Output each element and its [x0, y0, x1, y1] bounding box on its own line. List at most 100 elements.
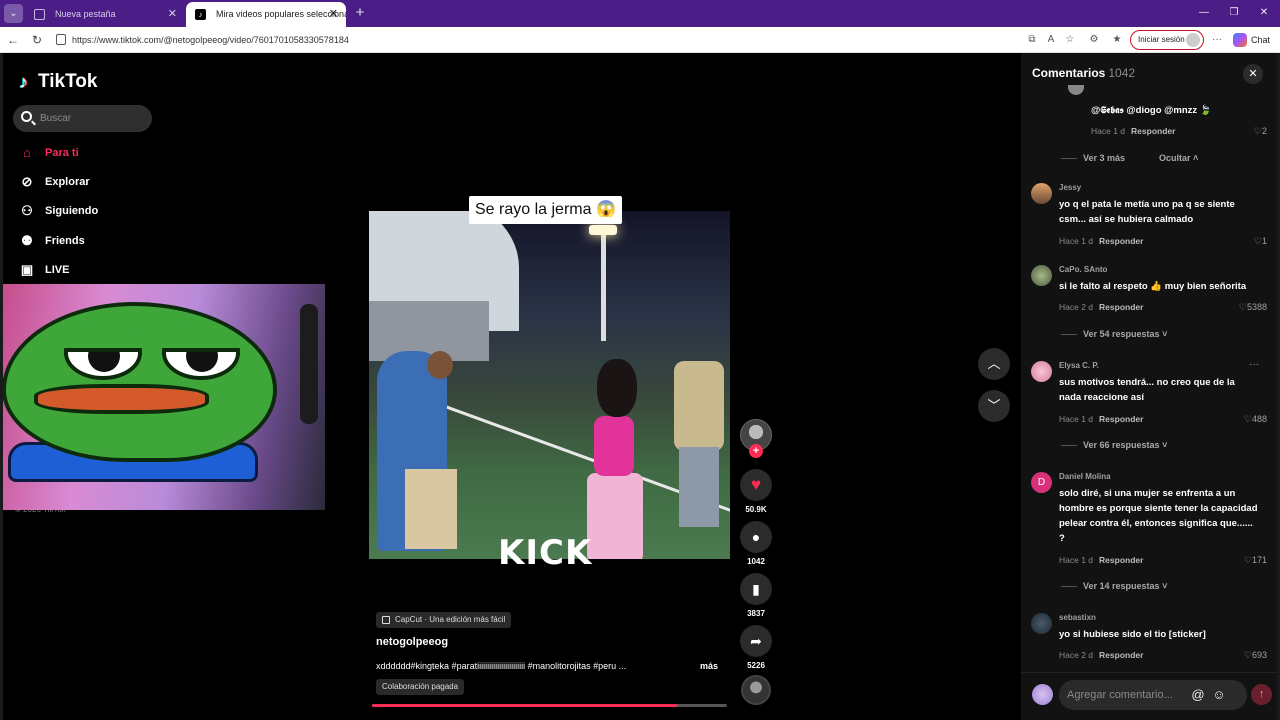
close-tab-icon[interactable]: ✕: [329, 2, 338, 27]
nav-label: LIVE: [45, 264, 70, 276]
reply-button[interactable]: Responder: [1099, 650, 1143, 660]
bookmark-icon[interactable]: ▮: [740, 573, 772, 605]
next-video-chevron-down-icon[interactable]: ﹀: [978, 390, 1010, 422]
follow-plus-icon[interactable]: +: [749, 444, 763, 458]
tab-new-tab[interactable]: Nueva pestaña ✕: [25, 2, 185, 27]
comment-username[interactable]: Jessy: [1059, 183, 1081, 192]
favorites-icon[interactable]: ★: [1110, 33, 1124, 47]
comment-text: yo q el pata le metía uno pa q se siente…: [1059, 199, 1235, 225]
comment-bubble-icon[interactable]: ●: [740, 521, 772, 553]
close-tab-icon[interactable]: ✕: [168, 2, 177, 27]
friends-icon: ⚉: [21, 233, 33, 248]
copilot-chat-button[interactable]: Chat: [1233, 32, 1270, 48]
nav-item-explore[interactable]: ⊘ Explorar: [17, 172, 90, 192]
frog-eye-right: [162, 326, 240, 380]
nav-item-friends[interactable]: ⚉ Friends: [17, 231, 85, 251]
video-player[interactable]: [369, 211, 730, 559]
more-options-icon[interactable]: ···: [1210, 33, 1224, 47]
comment-input[interactable]: Agregar comentario... @ ☺: [1059, 680, 1247, 710]
chat-label: Chat: [1251, 35, 1271, 45]
comment-like-button[interactable]: ♡1: [1254, 236, 1267, 247]
window-close-icon[interactable]: ✕: [1256, 5, 1272, 21]
like-count: 50.9K: [745, 505, 767, 514]
maximize-icon[interactable]: ❐: [1226, 5, 1242, 21]
kick-watermark: KICK: [498, 533, 593, 573]
video-description: xdddddd#kingteka #paratiiiiiiiiiiiiiiiii…: [376, 661, 627, 671]
view-more-replies[interactable]: Ver 3 más: [1061, 153, 1125, 163]
new-tab-button[interactable]: +: [351, 4, 369, 22]
like-heart-icon[interactable]: ♥: [740, 469, 772, 501]
send-arrow-icon[interactable]: ↑: [1251, 684, 1272, 705]
nav-item-for-you[interactable]: ⌂ Para ti: [17, 143, 79, 163]
minimize-icon[interactable]: —: [1196, 5, 1212, 21]
comment-like-button[interactable]: ♡171: [1244, 555, 1267, 566]
comment-avatar[interactable]: [1031, 613, 1052, 634]
translate-icon[interactable]: A: [1044, 33, 1058, 47]
refresh-icon[interactable]: ↻: [29, 32, 45, 48]
live-icon: ▣: [20, 262, 34, 277]
comment-username[interactable]: sebastixn: [1059, 613, 1096, 622]
comment-text: yo si hubiese sido el tio [sticker]: [1059, 629, 1206, 640]
nav-item-following[interactable]: ⚇ Siguiendo: [17, 201, 98, 221]
nav-item-live[interactable]: ▣ LIVE: [17, 260, 70, 280]
previous-video-chevron-up-icon[interactable]: ︿: [978, 348, 1010, 380]
tab-tiktok[interactable]: ♪ Mira videos populares seleccionados ✕: [186, 2, 346, 27]
comments-title: Comentarios 1042: [1032, 66, 1135, 80]
comment-text: sus motivos tendrá... no creo que de la …: [1059, 377, 1235, 403]
reply-avatar[interactable]: [1068, 85, 1084, 95]
comment-text: si le falto al respeto 👍 muy bien señori…: [1059, 281, 1247, 292]
view-replies[interactable]: Ver 14 respuestas ˅: [1061, 581, 1167, 591]
reply-time: Hace 1 d: [1091, 126, 1126, 136]
search-input[interactable]: Buscar: [13, 105, 152, 132]
reply-button[interactable]: Responder: [1099, 236, 1143, 246]
tiktok-logo[interactable]: ♪ TikTok: [19, 71, 97, 93]
favorite-star-icon[interactable]: ☆: [1063, 33, 1077, 47]
comment-time: Hace 2 d: [1059, 650, 1094, 660]
close-comments-icon[interactable]: ✕: [1243, 64, 1263, 84]
extensions-icon[interactable]: ⚙: [1087, 33, 1101, 47]
comment-avatar[interactable]: [1031, 265, 1052, 286]
video-progress-fill: [372, 704, 678, 707]
view-replies[interactable]: Ver 54 respuestas ˅: [1061, 329, 1167, 339]
comment-username[interactable]: Daniel Molina: [1059, 472, 1111, 481]
reply-button[interactable]: Responder: [1099, 555, 1143, 565]
comment-avatar[interactable]: D: [1031, 472, 1052, 493]
paid-partnership-badge: Colaboración pagada: [376, 679, 465, 695]
site-info-icon[interactable]: [56, 34, 66, 45]
share-arrow-icon[interactable]: ➦: [740, 625, 772, 657]
frog-emote-image: [3, 302, 277, 462]
replies-label: Ver 66 respuestas: [1083, 440, 1160, 450]
search-placeholder: Buscar: [40, 113, 72, 124]
tiktok-favicon-icon: ♪: [195, 9, 206, 20]
comment-avatar[interactable]: [1031, 183, 1052, 204]
comment-username[interactable]: CaPo. SAnto: [1059, 265, 1107, 274]
url-text: https://www.tiktok.com/@netogolpeeog/vid…: [72, 35, 349, 45]
sign-in-button[interactable]: Iniciar sesión: [1130, 30, 1204, 50]
back-icon[interactable]: ←: [5, 32, 21, 48]
mention-icon[interactable]: @: [1190, 687, 1206, 703]
hide-replies-button[interactable]: Ocultar ˄: [1159, 153, 1198, 163]
comment-like-button[interactable]: ♡693: [1244, 650, 1267, 661]
like-count[interactable]: ♡2: [1254, 126, 1267, 137]
capcut-tag[interactable]: CapCut · Una edición más fácil: [376, 612, 512, 628]
comment-username[interactable]: Elysa C. P.: [1059, 361, 1099, 370]
open-app-icon[interactable]: ⧉: [1025, 33, 1039, 47]
comment-avatar[interactable]: [1031, 361, 1052, 382]
frog-mouth: [34, 384, 209, 414]
reply-button[interactable]: Responder: [1099, 302, 1143, 312]
more-link[interactable]: más: [700, 661, 718, 671]
comment-like-button[interactable]: ♡5388: [1239, 302, 1267, 313]
emoji-icon[interactable]: ☺: [1211, 687, 1227, 703]
profile-avatar-icon: [1186, 33, 1200, 47]
comment-placeholder: Agregar comentario...: [1067, 689, 1173, 701]
reply-button[interactable]: Responder: [1131, 126, 1175, 136]
video-author[interactable]: netogolpeeog: [376, 636, 448, 648]
view-replies[interactable]: Ver 66 respuestas ˅: [1061, 440, 1167, 450]
comment-like-button[interactable]: ♡488: [1244, 414, 1267, 425]
music-disc-avatar[interactable]: [741, 675, 771, 705]
reply-button[interactable]: Responder: [1099, 414, 1143, 424]
tab-actions-menu-button[interactable]: ⌄: [4, 4, 23, 23]
comment-more-icon[interactable]: ···: [1249, 359, 1259, 370]
video-progress-bar[interactable]: [372, 704, 727, 707]
url-field[interactable]: https://www.tiktok.com/@netogolpeeog/vid…: [50, 30, 1123, 50]
